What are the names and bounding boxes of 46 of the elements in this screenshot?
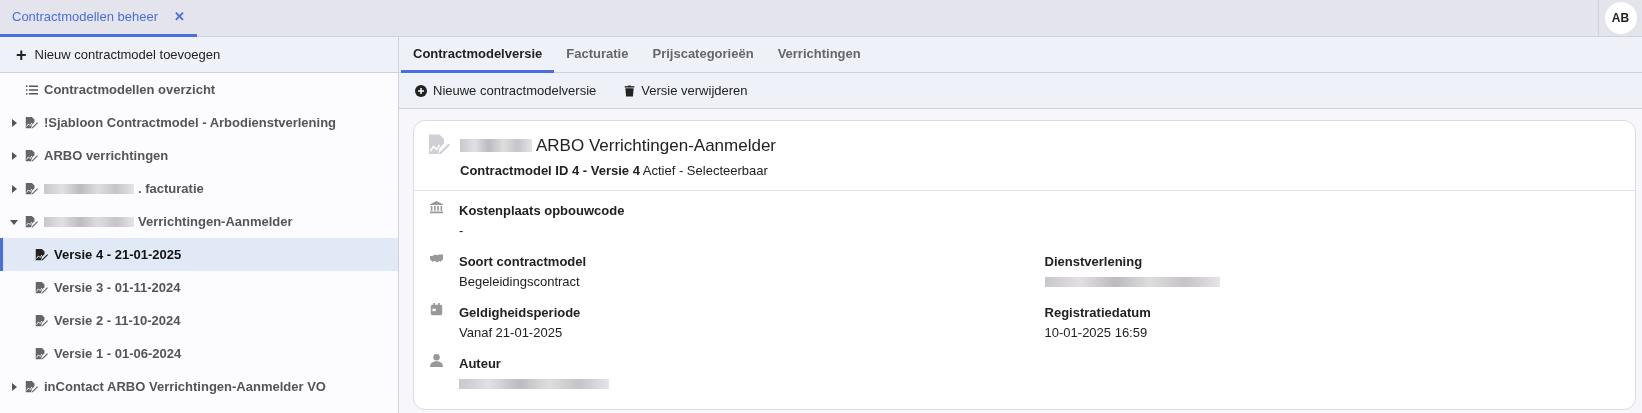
card-subtitle: Contractmodel ID 4 - Versie 4 Actief - Selecteerbaar	[460, 161, 769, 180]
tree-item[interactable]: Verrichtingen-Aanmelder	[0, 205, 398, 238]
bank-icon	[430, 201, 443, 214]
document-pen-icon	[24, 379, 38, 394]
document-pen-icon	[426, 133, 450, 157]
tab[interactable]: Prijscategorieën	[640, 37, 766, 73]
tree-item[interactable]: !Sjabloon Contractmodel - Arbodienstverlening	[0, 106, 398, 139]
tree-item[interactable]: Versie 3 - 01-11-2024	[0, 271, 398, 304]
toolbar-button[interactable]: Nieuwe contractmodelversie	[415, 80, 597, 101]
tree-item[interactable]: ARBO verrichtingen	[0, 139, 398, 172]
document-pen-icon	[34, 313, 48, 328]
calendar-icon	[430, 303, 443, 316]
field-label: Auteur	[459, 355, 502, 373]
document-pen-icon	[24, 115, 38, 130]
document-pen-icon	[34, 247, 48, 262]
add-contractmodel-button[interactable]: + Nieuw contractmodel toevoegen	[0, 37, 398, 73]
card-title: ARBO Verrichtingen-Aanmelder	[536, 135, 776, 157]
field-value: Begeleidingscontract	[459, 272, 581, 291]
tree-item[interactable]: Versie 4 - 21-01-2025	[0, 238, 398, 271]
field-value: 10-01-2025 16:59	[1044, 323, 1149, 342]
tab[interactable]: Verrichtingen	[765, 37, 873, 73]
field-value: Vanaf 21-01-2025	[459, 323, 564, 342]
field-label: Registratiedatum	[1044, 304, 1151, 322]
field-label: Dienstverlening	[1044, 253, 1144, 271]
document-pen-icon	[24, 148, 38, 163]
tree-item[interactable]: Versie 1 - 01-06-2024	[0, 337, 398, 370]
close-button[interactable]: ✕	[174, 7, 185, 27]
tree-item[interactable]: inContact ARBO Verrichtingen-Aanmelder VO	[0, 370, 398, 403]
document-pen-icon	[34, 280, 48, 295]
tree-item[interactable]: Contractmodellen overzicht	[0, 73, 398, 106]
list-icon	[26, 83, 38, 96]
tree-item[interactable]: Versie 2 - 11-10-2024	[0, 304, 398, 337]
field-label: Kostenplaats opbouwcode	[459, 202, 625, 220]
user-avatar[interactable]: AB	[1604, 2, 1637, 34]
tab[interactable]: Facturatie	[554, 37, 641, 73]
field-value: -	[459, 221, 465, 240]
trash-icon	[624, 84, 636, 97]
document-pen-icon	[24, 214, 38, 229]
plus-circle-icon	[415, 84, 427, 97]
tree-item[interactable]: . facturatie	[0, 172, 398, 205]
field-label: Soort contractmodel	[459, 253, 587, 271]
document-pen-icon	[34, 346, 48, 361]
field-label: Geldigheidsperiode	[459, 304, 581, 322]
toolbar-button[interactable]: Versie verwijderen	[624, 80, 748, 101]
person-icon	[430, 354, 443, 367]
document-pen-icon	[24, 181, 38, 196]
